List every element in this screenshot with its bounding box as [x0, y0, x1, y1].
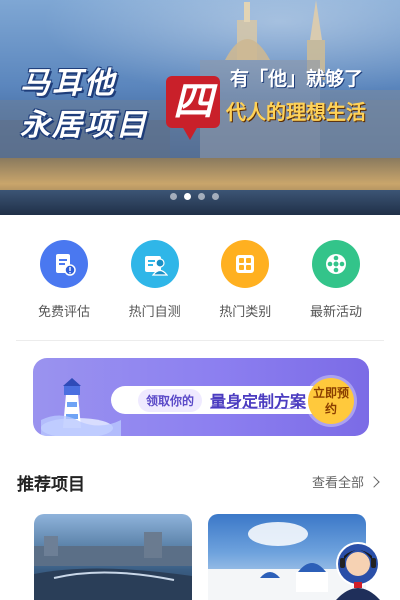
carousel-dots: [170, 193, 219, 201]
quick-menu: 免费评估 热门自测 热门类别 最新活动: [16, 240, 384, 330]
menu-item-hot-categories[interactable]: 热门类别: [207, 240, 283, 330]
book-now-button[interactable]: 立即预约: [308, 378, 354, 424]
menu-item-free-assessment[interactable]: 免费评估: [26, 240, 102, 330]
carousel-dot[interactable]: [170, 193, 177, 200]
chevron-right-icon: [368, 475, 380, 488]
slogan-line1: 有「他」就够了: [230, 68, 364, 90]
grid-icon: [221, 240, 270, 288]
view-all-link[interactable]: 查看全部: [311, 472, 380, 491]
menu-label: 热门类别: [219, 305, 272, 320]
carousel-dot[interactable]: [198, 193, 205, 200]
slogan-line2: 代人的理想生活: [226, 100, 366, 124]
person-card-icon: [130, 240, 179, 288]
city-river-image: [34, 532, 192, 600]
menu-item-latest-events[interactable]: 最新活动: [298, 240, 374, 330]
section-divider: [16, 340, 384, 341]
recommend-title: 推荐项目: [17, 475, 85, 495]
hero-banner[interactable]: 马耳他 永居项目 四 有「他」就够了 代人的理想生活: [0, 0, 400, 215]
film-reel-icon: [311, 240, 360, 288]
banner-title-line2: 永居项目: [20, 108, 148, 143]
carousel-dot[interactable]: [212, 193, 219, 200]
menu-item-hot-self-test[interactable]: 热门自测: [117, 240, 193, 330]
customer-service-avatar[interactable]: [330, 538, 386, 600]
menu-label: 免费评估: [37, 305, 90, 320]
carousel-dot-active[interactable]: [184, 193, 191, 200]
view-all-label: 查看全部: [311, 476, 364, 491]
promo-pill: 领取你的 量身定制方案: [111, 386, 333, 414]
promo-banner[interactable]: 领取你的 量身定制方案 立即预约: [33, 358, 369, 436]
clipboard-icon: [40, 240, 88, 288]
promo-main-text: 量身定制方案: [210, 392, 307, 411]
menu-label: 最新活动: [309, 305, 362, 320]
slogan-highlight: 四: [166, 76, 220, 140]
menu-label: 热门自测: [128, 305, 181, 320]
project-card[interactable]: [34, 514, 192, 600]
banner-title-line1: 马耳他: [20, 66, 116, 101]
promo-tag: 领取你的: [138, 388, 203, 412]
lighthouse-illustration: [41, 378, 121, 436]
